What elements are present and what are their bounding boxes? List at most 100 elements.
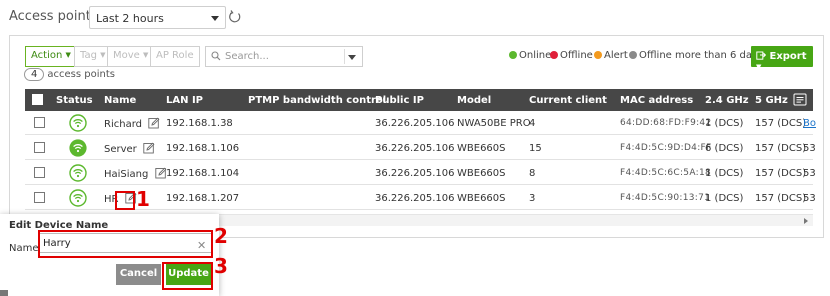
wifi-online-icon	[69, 164, 87, 182]
ghz5-cell: 157 (DCS)	[755, 168, 807, 179]
ghz5-cell: 157 (DCS)	[755, 118, 807, 129]
ap-count: 4 access points	[24, 68, 115, 81]
legend-offline-long: Offline more than 6 days	[629, 50, 763, 61]
edit-icon[interactable]	[143, 142, 155, 154]
col-lan-ip[interactable]: LAN IP	[166, 95, 203, 106]
row-checkbox[interactable]	[34, 192, 45, 203]
ghz5-cell: 157 (DCS)	[755, 193, 807, 204]
legend-offline-label: Offline	[560, 50, 593, 61]
column-settings-icon[interactable]	[793, 93, 807, 107]
public-ip-cell: 36.226.205.106	[375, 118, 455, 129]
tag-button[interactable]: Tag ▼	[74, 46, 112, 67]
move-button[interactable]: Move ▼	[107, 46, 155, 67]
lan-ip-cell: 192.168.1.207	[166, 193, 240, 204]
callout-highlight-1	[115, 191, 135, 210]
edit-icon[interactable]	[148, 117, 160, 129]
public-ip-cell: 36.226.205.106	[375, 193, 455, 204]
col-2-4ghz[interactable]: 2.4 GHz	[705, 95, 749, 106]
col-current-client[interactable]: Current client	[529, 95, 607, 106]
tag-label: Tag	[80, 50, 97, 61]
lan-ip-cell: 192.168.1.104	[166, 168, 240, 179]
time-range-select[interactable]: Last 2 hours	[89, 6, 226, 29]
export-button[interactable]: Export ▼	[751, 46, 813, 71]
table-header: Status Name LAN IP PTMP bandwidth contro…	[25, 89, 813, 111]
col-public-ip[interactable]: Public IP	[375, 95, 424, 106]
ghz24-cell: 1 (DCS)	[705, 118, 744, 129]
chevron-down-icon[interactable]	[348, 55, 356, 60]
overflow-link-cell[interactable]: Bo	[803, 118, 816, 129]
caret-down-icon: ▼	[756, 63, 762, 71]
mac-cell: F4:4D:5C:6C:5A:18	[620, 168, 712, 178]
search-placeholder: Search...	[225, 51, 269, 62]
search-field[interactable]: Search...	[205, 46, 363, 67]
offline-long-dot-icon	[629, 51, 637, 59]
caret-down-icon: ▼	[100, 51, 106, 59]
wifi-online-icon	[69, 189, 87, 207]
device-name: Richard	[104, 119, 142, 130]
ghz24-cell: 1 (DCS)	[705, 193, 744, 204]
scroll-right-icon[interactable]	[804, 218, 808, 224]
chevron-down-icon	[211, 16, 219, 21]
underlying-text-fragment	[0, 290, 8, 296]
callout-number-2: 2	[214, 224, 228, 248]
time-range-value: Last 2 hours	[96, 12, 164, 25]
mac-cell: F4:4D:5C:90:13:71	[620, 193, 711, 203]
edit-icon[interactable]	[154, 167, 167, 179]
callout-number-3: 3	[214, 254, 228, 278]
cancel-button[interactable]: Cancel	[116, 264, 161, 285]
callout-highlight-3	[162, 262, 213, 290]
alert-dot-icon	[594, 51, 602, 59]
callout-highlight-2	[38, 230, 213, 258]
name-field-label: Name	[9, 243, 39, 254]
top-bar: Access points Last 2 hours	[0, 0, 830, 36]
client-count-cell: 4	[529, 118, 536, 129]
ap-count-badge: 4	[24, 68, 45, 81]
row-checkbox[interactable]	[34, 167, 45, 178]
ghz5-cell: 157 (DCS)	[755, 143, 807, 154]
ap-role-label: AP Role	[156, 50, 194, 61]
ap-role-button[interactable]: AP Role	[150, 46, 200, 67]
legend-offline-long-label: Offline more than 6 days	[639, 50, 764, 61]
device-name-cell: Richard	[104, 117, 160, 130]
row-checkbox[interactable]	[34, 117, 45, 128]
model-cell: WBE660S	[457, 143, 506, 154]
device-name-cell: Server	[104, 142, 155, 155]
wifi-online-icon	[69, 139, 87, 157]
page-title: Access points	[9, 9, 98, 24]
legend-alert-label: Alert	[604, 50, 628, 61]
col-5ghz[interactable]: 5 GHz	[755, 95, 788, 106]
online-dot-icon	[509, 51, 517, 59]
legend-offline: Offline	[550, 50, 593, 61]
table-row[interactable]: HaiSiang 192.168.1.104 36.226.205.106 WB…	[25, 161, 816, 185]
client-count-cell: 15	[529, 143, 542, 154]
wifi-online-icon	[69, 114, 87, 132]
table-row[interactable]: Server 192.168.1.106 36.226.205.106 WBE6…	[25, 136, 816, 160]
lan-ip-cell: 192.168.1.106	[166, 143, 240, 154]
col-status[interactable]: Status	[56, 95, 93, 106]
refresh-icon	[229, 10, 241, 23]
legend-online: Online	[509, 50, 551, 61]
row-checkbox[interactable]	[34, 142, 45, 153]
col-ptmp[interactable]: PTMP bandwidth control	[248, 95, 386, 106]
search-divider	[344, 49, 345, 64]
public-ip-cell: 36.226.205.106	[375, 168, 455, 179]
table-row[interactable]: Richard 192.168.1.38 36.226.205.106 NWA5…	[25, 111, 816, 135]
action-button[interactable]: Action ▼	[25, 46, 77, 67]
mac-cell: F4:4D:5C:9D:D4:FF	[620, 143, 712, 153]
device-name: HaiSiang	[104, 169, 149, 180]
lan-ip-cell: 192.168.1.38	[166, 118, 233, 129]
col-model[interactable]: Model	[457, 95, 491, 106]
model-cell: NWA50BE PRO	[457, 118, 531, 129]
overflow-cell: 53	[803, 168, 816, 179]
select-all-checkbox[interactable]	[32, 94, 43, 105]
move-label: Move	[113, 50, 140, 61]
legend-alert: Alert	[594, 50, 628, 61]
col-name[interactable]: Name	[104, 95, 136, 106]
overflow-cell: 53	[803, 193, 816, 204]
mac-cell: 64:DD:68:FD:F9:42	[620, 118, 712, 128]
public-ip-cell: 36.226.205.106	[375, 143, 455, 154]
refresh-button[interactable]	[228, 6, 246, 29]
col-mac[interactable]: MAC address	[620, 95, 693, 106]
legend-online-label: Online	[519, 50, 552, 61]
action-label: Action	[31, 50, 63, 61]
